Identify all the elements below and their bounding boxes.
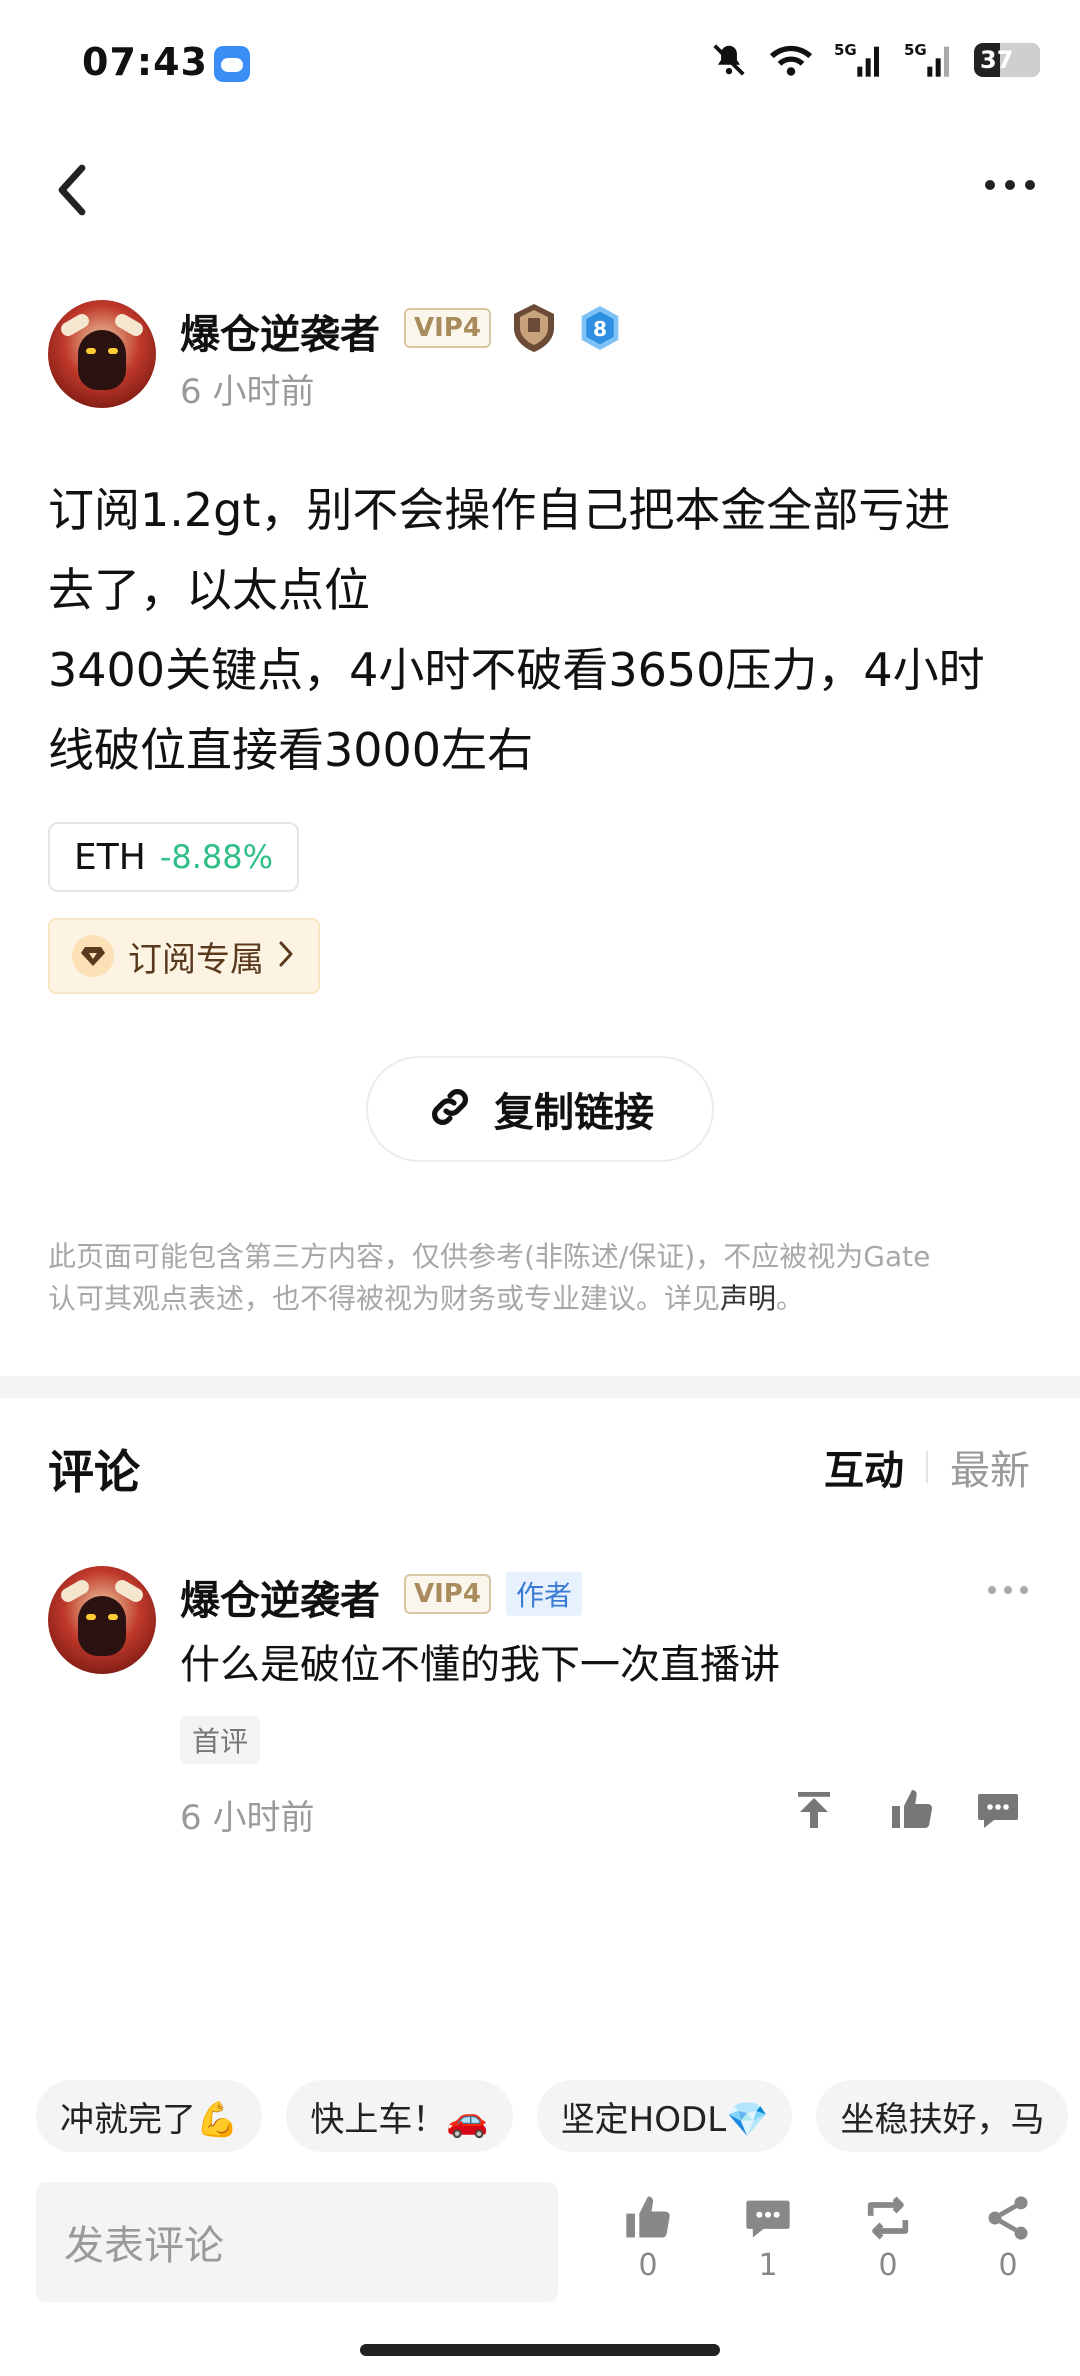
battery-level: 37 (980, 46, 1014, 74)
author-name[interactable]: 爆仓逆袭者 (180, 302, 380, 360)
share-button[interactable]: 0 (968, 2192, 1048, 2283)
like-button[interactable]: 0 (608, 2192, 688, 2283)
post-line: 线破位直接看3000左右 (48, 723, 534, 777)
comment-input[interactable]: 发表评论 (36, 2182, 558, 2302)
quick-reply-chip[interactable]: 冲就完了💪 (36, 2080, 263, 2152)
comment-text: 什么是破位不懂的我下一次直播讲 (180, 1642, 780, 1688)
author-tag: 作者 (506, 1572, 583, 1616)
comments-title: 评论 (48, 1445, 140, 1499)
post-line: 去了，以太点位 (48, 563, 370, 617)
status-icons: 5G 5G 37 (710, 40, 1040, 80)
comment-bubble-icon (746, 2200, 790, 2238)
dot-icon (1025, 180, 1035, 190)
signal-5g-icon-2: 5G (904, 40, 954, 80)
disclaimer-line: 此页面可能包含第三方内容，仅供参考(非陈述/保证)，不应被视为Gate (48, 1240, 931, 1273)
home-indicator[interactable] (360, 2344, 720, 2356)
level-badge-icon: 8 (581, 306, 619, 350)
sort-interactive-tab[interactable]: 互动 (824, 1438, 904, 1496)
more-options-button[interactable] (980, 170, 1040, 200)
token-symbol: ETH (74, 836, 146, 878)
dot-icon (985, 180, 995, 190)
like-count: 0 (638, 2248, 658, 2283)
post-content: 订阅1.2gt，别不会操作自己把本金全部亏进 去了，以太点位 3400关键点，4… (48, 470, 1038, 790)
thumb-up-icon (626, 2196, 670, 2238)
weather-icon (214, 46, 250, 82)
battery-icon: 37 (974, 43, 1040, 77)
disclaimer-end: 。 (776, 1282, 805, 1315)
copy-link-button[interactable]: 复制链接 (366, 1056, 714, 1162)
vip-badge: VIP4 (404, 308, 491, 348)
dot-icon (988, 1586, 996, 1594)
post-time: 6 小时前 (180, 372, 315, 412)
first-comment-tag: 首评 (180, 1716, 261, 1764)
copy-link-label: 复制链接 (494, 1090, 654, 1136)
quick-reply-chip[interactable]: 坐稳扶好，马 (816, 2080, 1069, 2152)
chevron-right-icon (278, 940, 294, 972)
quick-reply-chip[interactable]: 快上车！🚗 (286, 2080, 513, 2152)
like-icon[interactable] (888, 1786, 936, 1834)
commenter-avatar[interactable] (48, 1566, 156, 1674)
share-count: 0 (998, 2248, 1018, 2283)
disclaimer-link[interactable]: 声明 (720, 1282, 776, 1315)
subscription-label: 订阅专属 (128, 939, 264, 980)
commenter-vip-badge: VIP4 (404, 1574, 491, 1614)
section-divider (0, 1376, 1080, 1398)
author-avatar[interactable] (48, 300, 156, 408)
dot-icon (1005, 180, 1015, 190)
repost-count: 0 (878, 2248, 898, 2283)
sort-separator (926, 1451, 928, 1483)
comment-sort: 互动 最新 (824, 1438, 1030, 1496)
comment-time: 6 小时前 (180, 1798, 315, 1838)
subscription-exclusive-button[interactable]: 订阅专属 (48, 918, 320, 994)
dot-icon (1004, 1586, 1012, 1594)
dot-icon (1020, 1586, 1028, 1594)
status-bar: 07:43 5G 5G 37 (0, 0, 1080, 130)
comment-button[interactable]: 1 (728, 2192, 808, 2283)
status-time: 07:43 (82, 40, 208, 84)
post-line: 3400关键点，4小时不破看3650压力，4小时 (48, 643, 985, 697)
svg-text:8: 8 (593, 317, 607, 341)
commenter-name[interactable]: 爆仓逆袭者 (180, 1568, 380, 1626)
comment-more-button[interactable] (988, 1586, 1028, 1594)
repost-button[interactable]: 0 (848, 2192, 928, 2283)
link-icon (426, 1083, 474, 1135)
token-tag-eth[interactable]: ETH -8.88% (48, 822, 300, 892)
token-change: -8.88% (159, 838, 274, 876)
quick-reply-chip[interactable]: 坚定HODL💎 (536, 2080, 793, 2152)
reply-icon[interactable] (974, 1786, 1022, 1834)
share-icon (988, 2196, 1028, 2240)
disclaimer: 此页面可能包含第三方内容，仅供参考(非陈述/保证)，不应被视为Gate 认可其观… (48, 1236, 1038, 1320)
quick-replies: 冲就完了💪 快上车！🚗 坚定HODL💎 坐稳扶好，马 (36, 2080, 1069, 2152)
shield-badge-icon (514, 304, 554, 352)
svg-text:5G: 5G (904, 41, 927, 59)
repost-icon (867, 2196, 909, 2240)
post-line: 订阅1.2gt，别不会操作自己把本金全部亏进 (48, 483, 951, 537)
sort-latest-tab[interactable]: 最新 (950, 1438, 1030, 1496)
back-button[interactable] (50, 160, 94, 220)
mute-bell-icon (710, 40, 748, 80)
svg-text:5G: 5G (834, 41, 857, 59)
diamond-icon (72, 935, 114, 977)
pin-top-icon[interactable] (790, 1786, 838, 1834)
disclaimer-line: 认可其观点表述，也不得被视为财务或专业建议。详见 (48, 1282, 721, 1315)
wifi-icon (768, 40, 814, 80)
signal-5g-icon: 5G (834, 40, 884, 80)
comment-count: 1 (758, 2248, 778, 2283)
